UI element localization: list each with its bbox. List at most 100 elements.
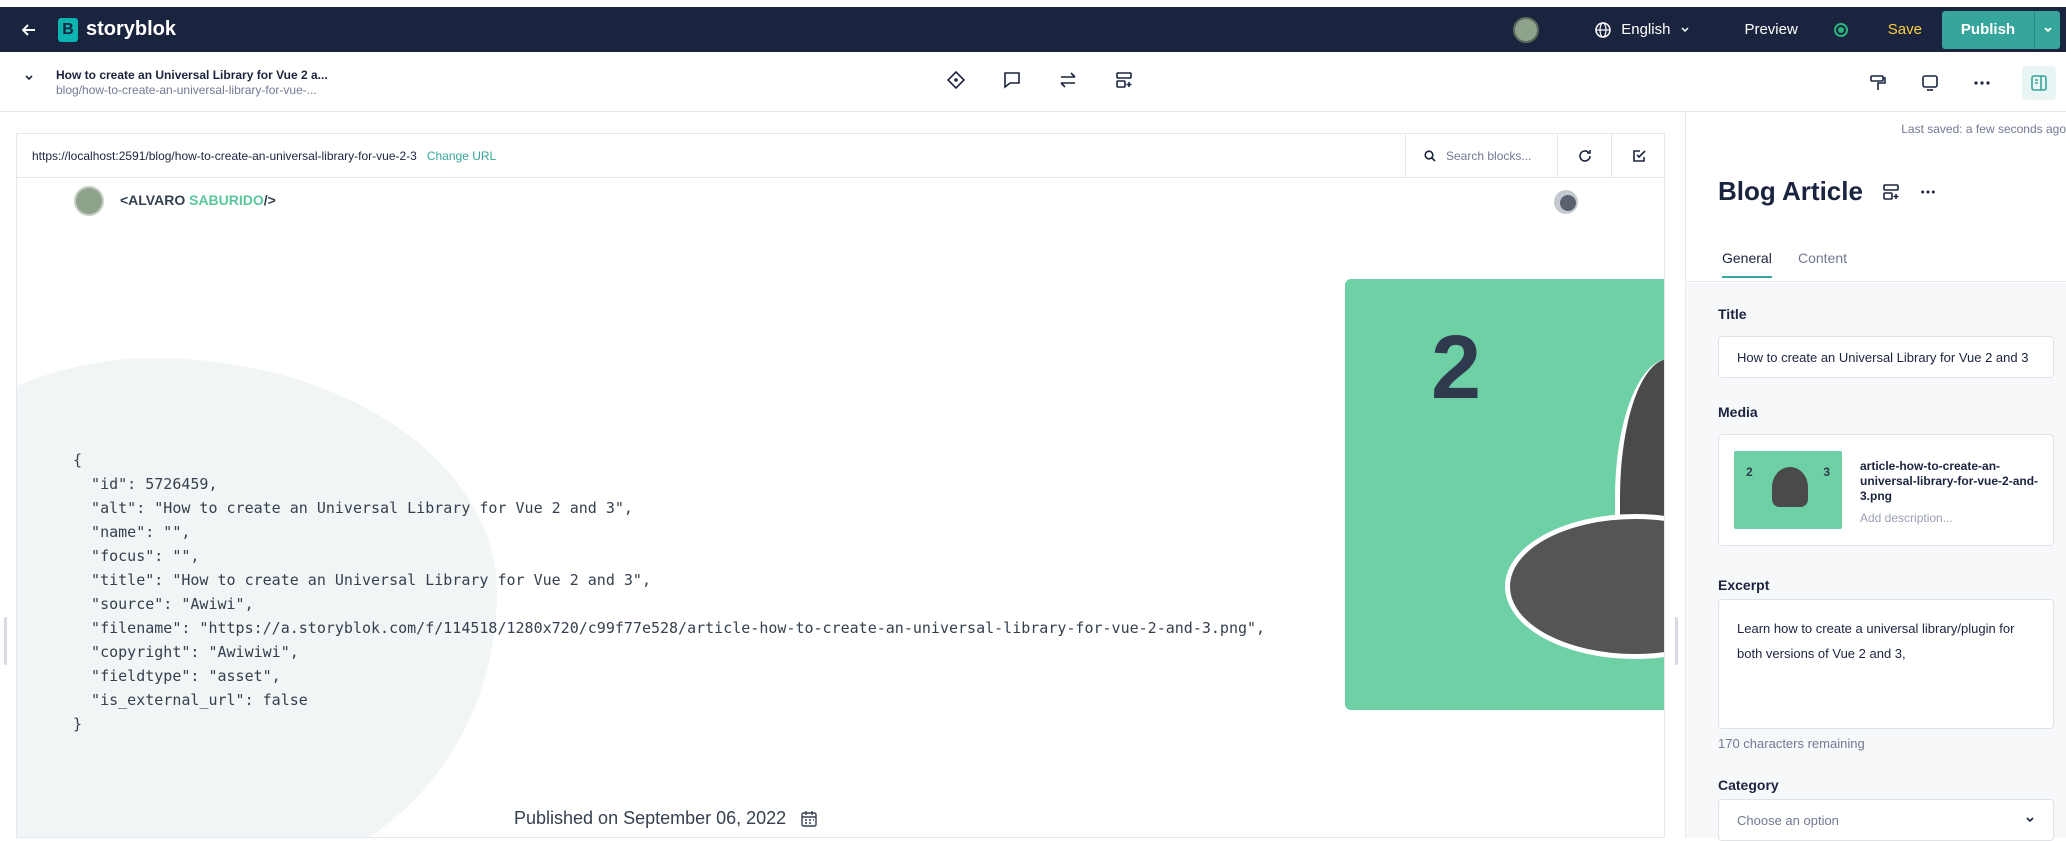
calendar-icon bbox=[801, 810, 817, 827]
top-actions: English Preview Save Publish bbox=[1513, 7, 2066, 52]
asset-json-block: { "id": 5726459, "alt": "How to create a… bbox=[73, 448, 1265, 736]
json-line: "source": "Awiwi", bbox=[73, 595, 254, 613]
preview-url-bar: https://localhost:2591/blog/how-to-creat… bbox=[17, 134, 1664, 178]
category-select[interactable]: Choose an option bbox=[1718, 799, 2054, 841]
reload-button[interactable] bbox=[1557, 134, 1611, 178]
json-line: "name": "", bbox=[73, 523, 191, 541]
diamond-icon bbox=[946, 70, 966, 90]
title-input[interactable]: How to create an Universal Library for V… bbox=[1718, 336, 2054, 378]
json-line: { bbox=[73, 451, 83, 469]
design-button[interactable] bbox=[1866, 71, 1890, 95]
site-name-suffix: /> bbox=[263, 192, 276, 208]
category-label: Category bbox=[1718, 777, 1779, 793]
json-line: "title": "How to create an Universal Lib… bbox=[73, 571, 651, 589]
story-slug: blog/how-to-create-an-universal-library-… bbox=[56, 83, 317, 97]
right-tools bbox=[1866, 66, 2066, 100]
visual-editor-preview: https://localhost:2591/blog/how-to-creat… bbox=[16, 133, 1665, 838]
thumb-number-right: 3 bbox=[1823, 465, 1830, 479]
wizard-hat-brim bbox=[1505, 514, 1664, 659]
last-saved-status: Last saved: a few seconds ago bbox=[1901, 122, 2066, 136]
thumb-number-left: 2 bbox=[1746, 465, 1753, 479]
site-name-accent: SABURIDO bbox=[189, 192, 264, 208]
media-description-input[interactable]: Add description... bbox=[1860, 511, 1953, 525]
chevron-down-icon bbox=[1681, 26, 1689, 32]
publish-button[interactable]: Publish bbox=[1942, 10, 2034, 49]
dark-mode-toggle[interactable] bbox=[1554, 190, 1578, 214]
content-side-panel: Last saved: a few seconds ago Blog Artic… bbox=[1685, 112, 2066, 841]
blocks-icon bbox=[1116, 72, 1132, 88]
monitor-icon bbox=[1922, 75, 1938, 91]
published-date: Published on September 06, 2022 bbox=[514, 808, 818, 829]
globe-icon bbox=[1595, 21, 1611, 38]
refresh-icon bbox=[1578, 150, 1591, 162]
chevron-down-icon bbox=[25, 75, 33, 81]
more-options-button[interactable] bbox=[1970, 71, 1994, 95]
json-line: "fieldtype": "asset", bbox=[73, 667, 281, 685]
tab-general[interactable]: General bbox=[1722, 250, 1772, 278]
chevron-down-icon bbox=[2026, 817, 2034, 823]
block-schema-button[interactable] bbox=[1112, 68, 1136, 92]
panel-tabs: General Content bbox=[1686, 238, 2066, 282]
category-placeholder: Choose an option bbox=[1737, 812, 1839, 828]
preview-button[interactable]: Preview bbox=[1744, 21, 1797, 38]
json-line: "alt": "How to create an Universal Libra… bbox=[73, 499, 633, 517]
title-label: Title bbox=[1718, 306, 1747, 322]
comments-button[interactable] bbox=[1000, 68, 1024, 92]
brand-name: storyblok bbox=[86, 18, 177, 40]
site-author-avatar[interactable] bbox=[74, 186, 104, 216]
storyblok-logo-icon: B bbox=[58, 17, 78, 42]
sidebar-icon bbox=[2031, 75, 2047, 91]
component-name: Blog Article bbox=[1718, 176, 1863, 206]
publish-options-button[interactable] bbox=[2034, 10, 2060, 49]
media-thumbnail[interactable]: 2 3 bbox=[1734, 451, 1842, 529]
json-line: } bbox=[73, 715, 83, 733]
viewer-resize-handle-left[interactable] bbox=[4, 617, 7, 665]
search-blocks-input[interactable]: Search blocks... bbox=[1405, 134, 1557, 178]
media-label: Media bbox=[1718, 404, 1758, 420]
save-button[interactable]: Save bbox=[1888, 21, 1922, 38]
json-line: "filename": "https://a.storyblok.com/f/1… bbox=[73, 619, 1266, 637]
thumb-hat-illustration bbox=[1772, 467, 1808, 507]
site-logo-text[interactable]: <ALVARO SABURIDO/> bbox=[120, 192, 276, 208]
story-title: How to create an Universal Library for V… bbox=[56, 68, 328, 82]
tab-content[interactable]: Content bbox=[1798, 250, 1847, 266]
media-filename: article-how-to-create-an-universal-libra… bbox=[1860, 459, 2039, 503]
language-selector[interactable]: English bbox=[1595, 21, 1690, 38]
select-mode-button[interactable] bbox=[1611, 134, 1664, 178]
site-name-prefix: <ALVARO bbox=[120, 192, 190, 208]
arrow-left-icon bbox=[22, 23, 35, 36]
preview-url: https://localhost:2591/blog/how-to-creat… bbox=[32, 148, 417, 163]
published-text: Published on September 06, 2022 bbox=[514, 808, 787, 828]
user-avatar[interactable] bbox=[1513, 16, 1540, 43]
top-bar: B storyblok English Preview Save Publish bbox=[0, 7, 2066, 52]
json-line: "focus": "", bbox=[73, 547, 200, 565]
side-panel-toggle[interactable] bbox=[2022, 66, 2056, 100]
search-placeholder: Search blocks... bbox=[1446, 149, 1532, 163]
site-preview: <ALVARO SABURIDO/> { "id": 5726459, "alt… bbox=[17, 178, 1664, 837]
excerpt-textarea[interactable]: Learn how to create a universal library/… bbox=[1718, 599, 2054, 729]
language-label: English bbox=[1621, 21, 1671, 38]
chevron-down-icon bbox=[2043, 26, 2052, 32]
blocks-icon[interactable] bbox=[1881, 182, 1901, 202]
excerpt-char-counter: 170 characters remaining bbox=[1718, 736, 1865, 751]
json-line: "id": 5726459, bbox=[73, 475, 218, 493]
json-line: "is_external_url": false bbox=[73, 691, 308, 709]
back-button[interactable] bbox=[0, 7, 58, 52]
top-strip bbox=[0, 0, 2066, 7]
excerpt-label: Excerpt bbox=[1718, 577, 1770, 593]
publish-status-icon bbox=[1833, 22, 1848, 37]
check-square-icon bbox=[1632, 150, 1646, 162]
more-horizontal-icon[interactable] bbox=[1919, 183, 1937, 201]
article-hero-image: 2 bbox=[1345, 279, 1664, 710]
viewer-resize-handle-right[interactable] bbox=[1675, 617, 1678, 665]
comment-icon bbox=[1004, 72, 1020, 89]
media-asset-card[interactable]: 2 3 article-how-to-create-an-universal-l… bbox=[1718, 434, 2054, 546]
story-menu-toggle[interactable] bbox=[24, 72, 34, 86]
storyblok-logo[interactable]: B storyblok bbox=[58, 17, 177, 42]
change-url-link[interactable]: Change URL bbox=[427, 149, 496, 163]
device-preview-button[interactable] bbox=[1918, 71, 1942, 95]
swap-arrows-icon bbox=[1060, 72, 1076, 88]
center-tools bbox=[944, 68, 1136, 92]
workflow-button[interactable] bbox=[944, 68, 968, 92]
compare-button[interactable] bbox=[1056, 68, 1080, 92]
